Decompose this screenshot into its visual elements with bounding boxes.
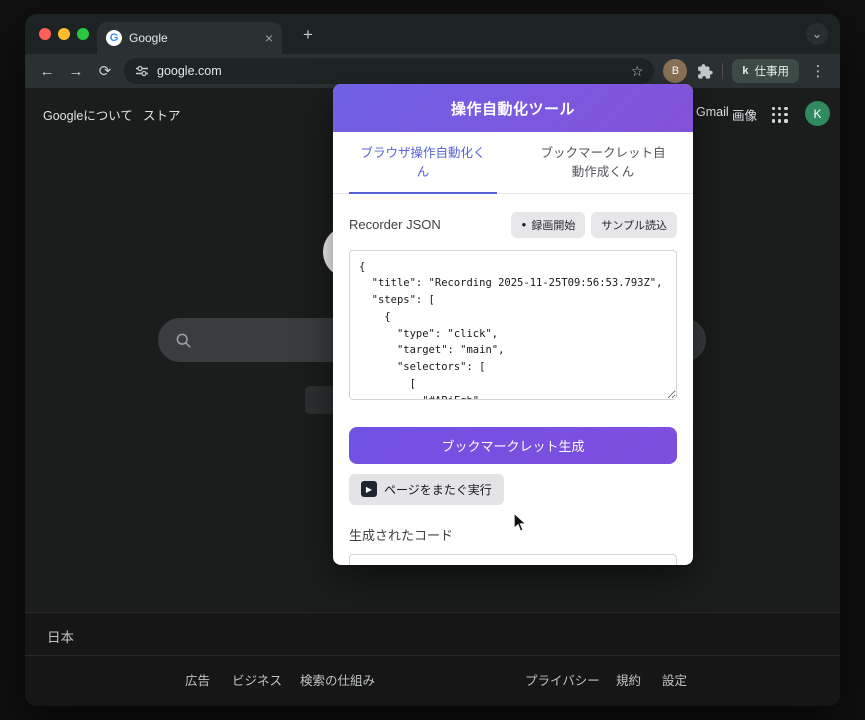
cross-page-run-label: ページをまたぐ実行 [384,482,492,497]
generate-bookmarklet-button[interactable]: ブックマークレット生成 [349,426,677,464]
modal-title: 操作自動化ツール [333,84,693,132]
tab-strip: G Google × + ⌄ [25,14,840,54]
link-store[interactable]: ストア [143,105,181,124]
load-sample-label: サンプル読込 [601,219,667,232]
browser-window: G Google × + ⌄ ← → ⟳ google.com ☆ B k 仕事… [25,14,840,706]
automation-tool-modal: 操作自動化ツール ブラウザ操作自動化くん ブックマークレット自動作成くん Rec… [333,84,693,565]
search-icon [176,333,191,348]
nav-divider [722,63,724,79]
window-controls [39,28,89,40]
address-bar[interactable]: google.com ☆ [124,58,655,84]
footer-link-settings[interactable]: 設定 [662,670,687,689]
record-start-button[interactable]: ● 録画開始 [511,211,586,238]
mouse-cursor [513,512,528,533]
cross-page-run-button[interactable]: ▶ ページをまたぐ実行 [349,473,504,505]
browser-tab-google[interactable]: G Google × [97,22,282,54]
extensions-icon[interactable] [696,63,714,80]
page-footer: 日本 広告 ビジネス 検索の仕組み プライバシー 規約 設定 [25,612,840,706]
google-account-avatar[interactable]: K [805,101,830,126]
sync-account-avatar[interactable]: B [663,59,688,83]
record-start-label: 録画開始 [531,219,576,232]
tab-search-chevron-icon[interactable]: ⌄ [806,23,828,45]
tab-browser-automation[interactable]: ブラウザ操作自動化くん [349,132,497,194]
load-sample-button[interactable]: サンプル読込 [591,211,677,238]
footer-divider [25,655,840,656]
profile-chip[interactable]: k 仕事用 [732,59,799,83]
screen: G Google × + ⌄ ← → ⟳ google.com ☆ B k 仕事… [0,0,865,720]
site-settings-icon[interactable] [135,64,149,78]
tab-title: Google [129,31,168,45]
browser-menu-icon[interactable]: ⋮ [808,64,828,79]
generated-code-output[interactable] [349,553,677,565]
back-button[interactable]: ← [37,64,57,79]
bookmark-star-icon[interactable]: ☆ [631,63,644,80]
modal-body: Recorder JSON ● 録画開始 サンプル読込 { "title": "… [333,194,693,565]
footer-link-business[interactable]: ビジネス [232,670,282,689]
profile-chip-icon: k [742,65,749,77]
link-gmail[interactable]: Gmail [696,105,729,119]
recorder-json-label: Recorder JSON [349,217,441,232]
tab-bookmarklet-creator[interactable]: ブックマークレット自動作成くん [529,132,677,193]
new-tab-button[interactable]: + [295,22,321,48]
record-dot-icon: ● [521,219,527,229]
footer-link-how-search-works[interactable]: 検索の仕組み [300,670,375,689]
forward-button[interactable]: → [66,64,86,79]
link-about-google[interactable]: Googleについて [43,105,133,124]
footer-country-label: 日本 [47,630,74,645]
link-images[interactable]: 画像 [732,105,757,124]
footer-link-terms[interactable]: 規約 [616,670,641,689]
modal-tabs: ブラウザ操作自動化くん ブックマークレット自動作成くん [333,132,693,194]
google-favicon-icon: G [106,30,122,46]
minimize-window-button[interactable] [58,28,70,40]
footer-link-privacy[interactable]: プライバシー [525,670,600,689]
profile-chip-label: 仕事用 [754,66,790,78]
reload-button[interactable]: ⟳ [95,64,115,79]
apps-grid-icon[interactable] [772,107,788,123]
close-window-button[interactable] [39,28,51,40]
recorder-json-textarea[interactable]: { "title": "Recording 2025-11-25T09:56:5… [349,249,677,400]
nav-bar: ← → ⟳ google.com ☆ B k 仕事用 ⋮ [25,54,840,88]
zoom-window-button[interactable] [77,28,89,40]
tab-close-icon[interactable]: × [265,31,273,45]
footer-link-ads[interactable]: 広告 [185,670,210,689]
url-text: google.com [157,64,222,78]
play-icon: ▶ [361,481,377,497]
